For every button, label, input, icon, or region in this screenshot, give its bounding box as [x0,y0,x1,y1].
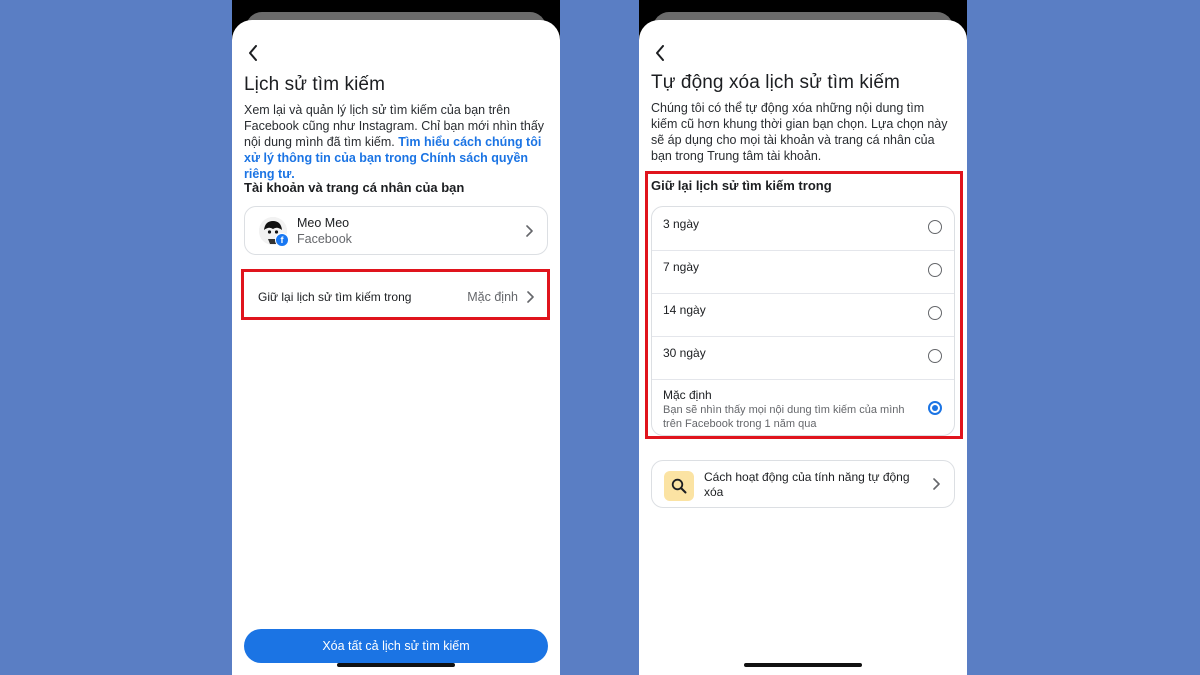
chevron-left-icon [249,45,257,61]
how-it-works-card[interactable]: Cách hoạt động của tính năng tự động xóa [651,460,955,508]
search-history-screen: Lịch sử tìm kiếm Xem lại và quản lý lịch… [232,20,560,675]
page-title: Lịch sử tìm kiếm [244,74,386,95]
chevron-right-icon [933,478,940,490]
magnifier-icon [664,471,694,501]
chevron-right-icon [526,224,533,237]
highlight-box [645,171,963,439]
back-button[interactable] [649,42,671,64]
page-title: Tự động xóa lịch sử tìm kiếm [651,72,900,93]
chevron-left-icon [656,45,664,61]
account-name: Meo Meo [297,216,350,230]
how-it-works-label: Cách hoạt động của tính năng tự động xóa [704,470,910,499]
home-indicator [337,663,455,667]
home-indicator [744,663,862,667]
page-description: Xem lại và quản lý lịch sử tìm kiếm của … [244,102,546,182]
page-description: Chúng tôi có thể tự động xóa những nội d… [651,101,948,163]
left-phone: Lịch sử tìm kiếm Xem lại và quản lý lịch… [232,0,560,675]
account-card[interactable]: f Meo Meo Facebook [244,206,548,255]
facebook-badge-icon: f [275,233,289,247]
account-platform: Facebook [297,232,352,246]
accounts-section-label: Tài khoản và trang cá nhân của bạn [244,180,465,195]
back-button[interactable] [242,42,264,64]
highlight-box [241,269,550,320]
clear-all-history-button[interactable]: Xóa tất cả lịch sử tìm kiếm [244,629,548,663]
